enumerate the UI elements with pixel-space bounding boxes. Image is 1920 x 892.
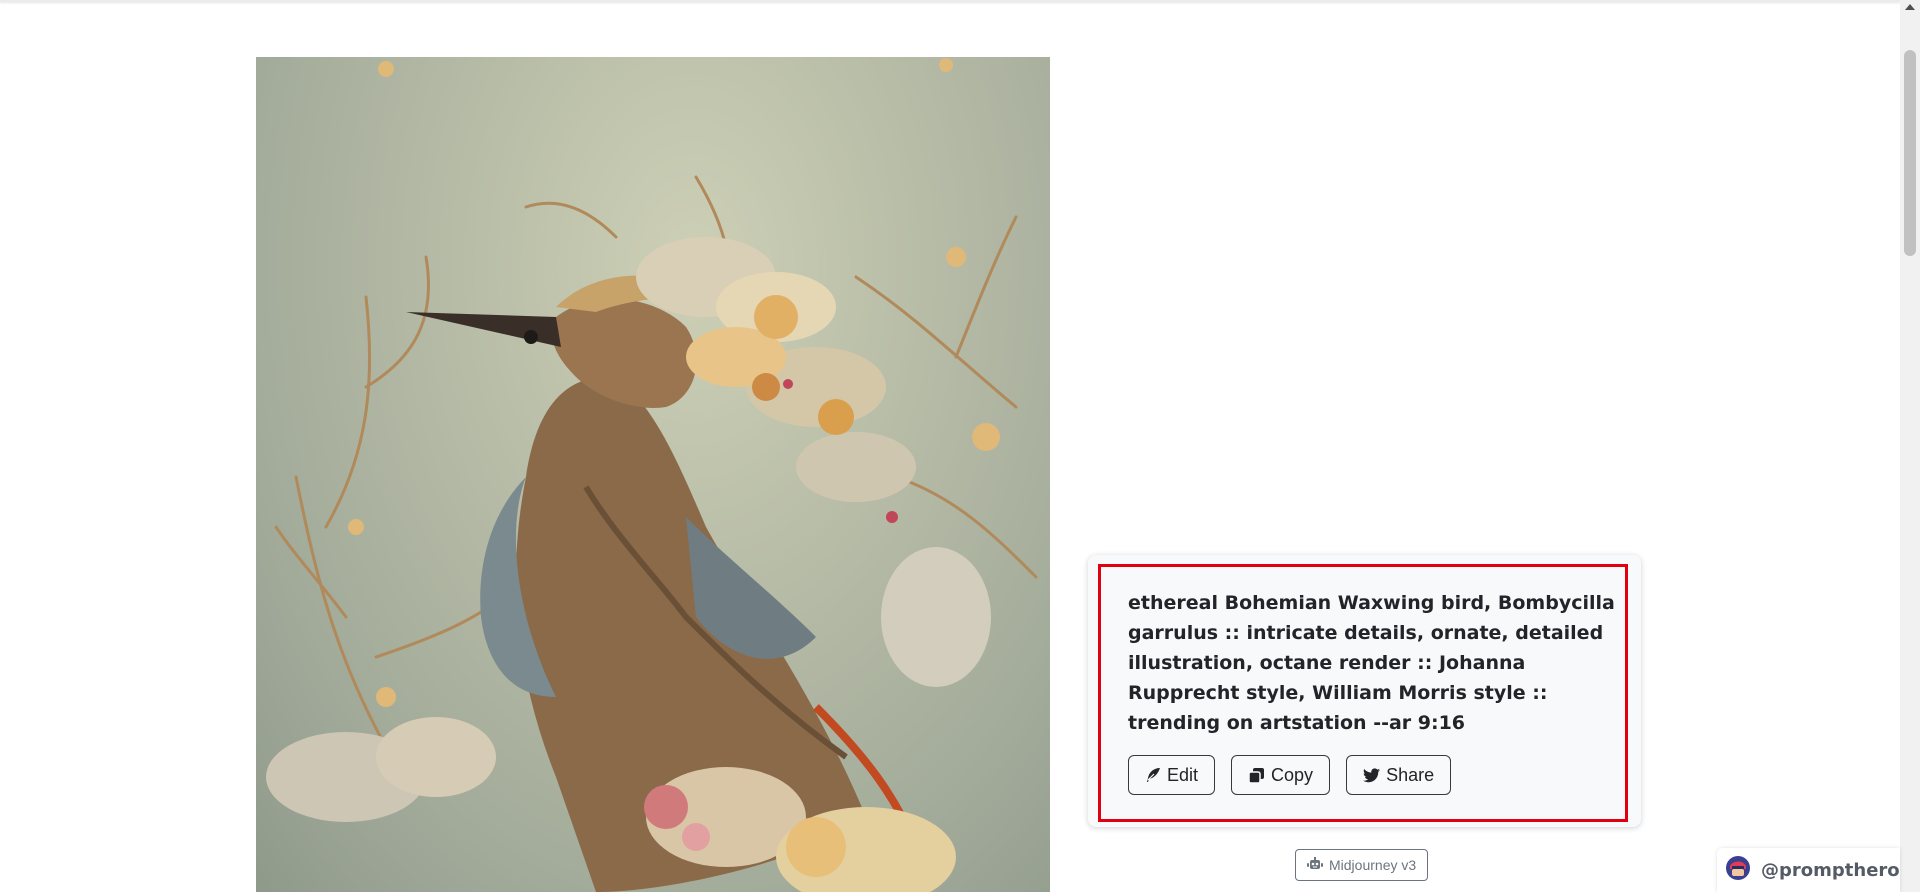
edit-button[interactable]: Edit — [1128, 755, 1216, 795]
generated-artwork-image — [256, 57, 1050, 892]
prompthero-logo-icon — [1725, 855, 1751, 886]
prompt-actions: Edit Copy Share — [1128, 755, 1452, 795]
brand-badge[interactable]: @prompthero — [1717, 848, 1900, 892]
prompt-card: ethereal Bohemian Waxwing bird, Bombycil… — [1088, 555, 1641, 827]
edit-button-label: Edit — [1167, 764, 1199, 785]
share-button-label: Share — [1386, 764, 1435, 785]
scroll-up-arrow-icon[interactable] — [1905, 4, 1915, 10]
feather-icon — [1145, 767, 1161, 783]
copy-button-label: Copy — [1271, 764, 1314, 785]
share-button[interactable]: Share — [1346, 755, 1452, 795]
model-badge[interactable]: Midjourney v3 — [1295, 849, 1429, 881]
bird-illustration — [266, 58, 1038, 892]
top-edge-bar — [0, 0, 1900, 2]
brand-handle: @prompthero — [1761, 859, 1900, 881]
page-scrollbar[interactable] — [1900, 0, 1920, 892]
robot-icon — [1307, 856, 1323, 874]
copy-button[interactable]: Copy — [1231, 755, 1331, 795]
prompt-text: ethereal Bohemian Waxwing bird, Bombycil… — [1128, 592, 1615, 734]
twitter-icon — [1363, 767, 1381, 783]
scroll-thumb[interactable] — [1904, 50, 1916, 256]
model-label: Midjourney v3 — [1329, 857, 1417, 873]
copy-icon — [1248, 767, 1265, 784]
